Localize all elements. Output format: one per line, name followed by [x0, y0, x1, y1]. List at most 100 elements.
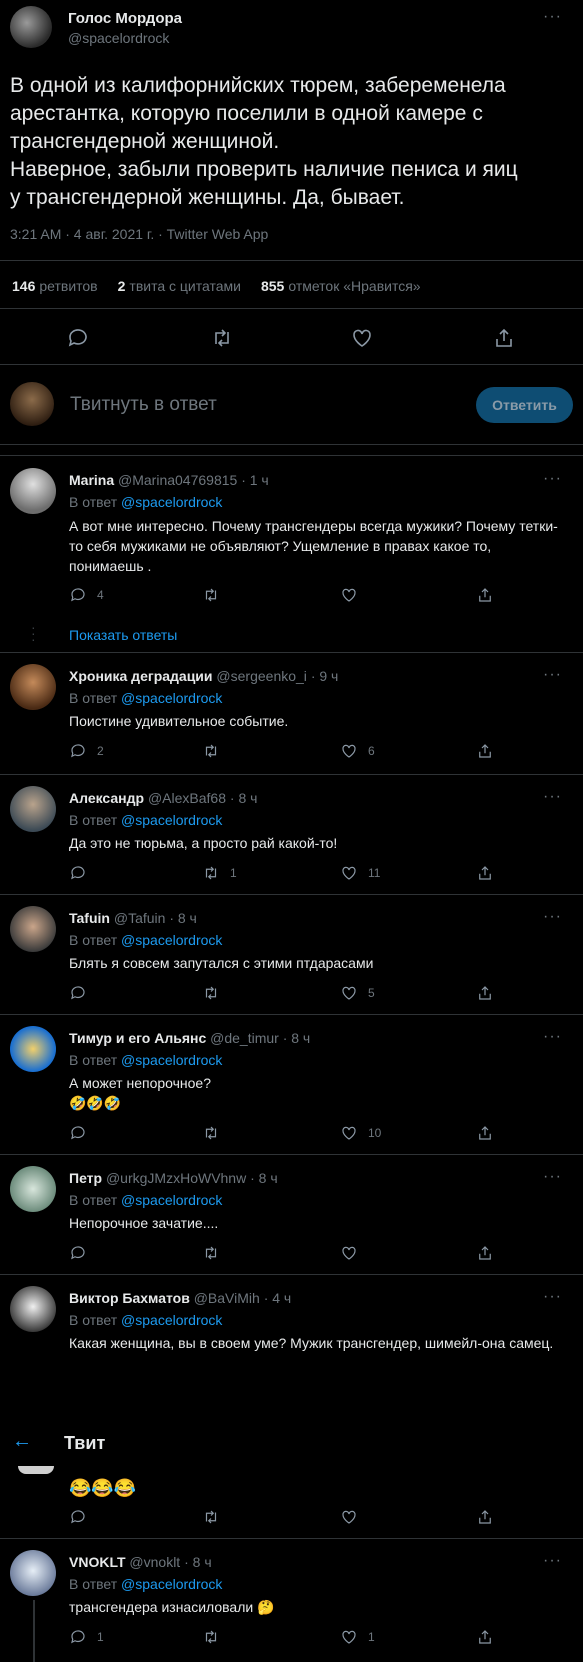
user-handle[interactable]: @Marina04769815	[118, 472, 237, 488]
user-name[interactable]: Хроника деградации	[69, 668, 213, 684]
reply-action[interactable]: 1	[69, 1628, 104, 1646]
retweet-action[interactable]	[202, 1124, 230, 1142]
user-name[interactable]: Виктор Бахматов	[69, 1290, 190, 1306]
timestamp[interactable]: · 8 ч	[283, 1030, 311, 1046]
reply-action[interactable]	[69, 984, 97, 1002]
timestamp[interactable]: · 1 ч	[241, 472, 269, 488]
author-name[interactable]: Голос Мордора	[68, 10, 182, 27]
like-action[interactable]: 1	[340, 1628, 375, 1646]
reply-icon[interactable]	[69, 586, 87, 604]
share-icon[interactable]	[476, 984, 494, 1002]
author-handle[interactable]: @spacelordrock	[68, 30, 169, 46]
like-action[interactable]	[340, 1508, 358, 1526]
like-icon[interactable]	[350, 326, 374, 350]
share-icon[interactable]	[492, 326, 516, 350]
like-icon[interactable]	[340, 864, 358, 882]
retweet-action[interactable]	[202, 1508, 220, 1526]
like-icon[interactable]	[340, 742, 358, 760]
avatar[interactable]	[10, 468, 56, 514]
user-handle[interactable]: @Tafuin	[114, 910, 166, 926]
retweet-icon[interactable]	[202, 1124, 220, 1142]
retweet-action[interactable]	[202, 1244, 230, 1262]
share-icon[interactable]	[476, 1124, 494, 1142]
more-options-icon[interactable]: ···	[543, 788, 562, 806]
share-action[interactable]	[476, 742, 494, 760]
reply-icon[interactable]	[69, 864, 87, 882]
user-name[interactable]: Tafuin	[69, 910, 110, 926]
more-options-icon[interactable]: ···	[543, 1552, 562, 1570]
reply-action[interactable]	[69, 1508, 87, 1526]
like-icon[interactable]	[340, 984, 358, 1002]
reply-action[interactable]	[69, 1244, 97, 1262]
like-icon[interactable]	[340, 1124, 358, 1142]
reply-icon[interactable]	[69, 1628, 87, 1646]
user-handle[interactable]: @de_timur	[210, 1030, 279, 1046]
reply-icon[interactable]	[66, 326, 90, 350]
reply-action[interactable]: 2	[69, 742, 104, 760]
avatar[interactable]	[10, 906, 56, 952]
share-action[interactable]	[476, 1124, 494, 1142]
avatar[interactable]	[10, 1286, 56, 1332]
more-options-icon[interactable]: ···	[543, 470, 562, 488]
like-icon[interactable]	[340, 1244, 358, 1262]
mention-link[interactable]: @spacelordrock	[121, 1312, 222, 1328]
share-action[interactable]	[476, 1508, 494, 1526]
share-icon[interactable]	[476, 1244, 494, 1262]
avatar[interactable]	[10, 786, 56, 832]
like-icon[interactable]	[340, 586, 358, 604]
more-options-icon[interactable]: ···	[543, 1028, 562, 1046]
more-options-icon[interactable]: ···	[543, 908, 562, 926]
user-handle[interactable]: @BaViMih	[194, 1290, 260, 1306]
mention-link[interactable]: @spacelordrock	[121, 1052, 222, 1068]
user-name[interactable]: Тимур и его Альянс	[69, 1030, 206, 1046]
mention-link[interactable]: @spacelordrock	[121, 1192, 222, 1208]
retweet-icon[interactable]	[202, 864, 220, 882]
user-handle[interactable]: @AlexBaf68	[148, 790, 226, 806]
share-action[interactable]	[476, 586, 494, 604]
timestamp[interactable]: · 8 ч	[230, 790, 258, 806]
mention-link[interactable]: @spacelordrock	[121, 494, 222, 510]
reply-icon[interactable]	[69, 1244, 87, 1262]
more-options-icon[interactable]: ···	[543, 8, 562, 26]
like-action[interactable]: 5	[340, 984, 375, 1002]
share-icon[interactable]	[476, 1628, 494, 1646]
retweet-action[interactable]	[202, 984, 230, 1002]
quote-stat[interactable]: 2 твита с цитатами	[118, 278, 241, 294]
user-name[interactable]: Marina	[69, 472, 114, 488]
mention-link[interactable]: @spacelordrock	[121, 690, 222, 706]
retweet-icon[interactable]	[202, 1628, 220, 1646]
mention-link[interactable]: @spacelordrock	[121, 1576, 222, 1592]
author-avatar[interactable]	[10, 6, 52, 48]
like-action[interactable]: 11	[340, 864, 380, 882]
more-options-icon[interactable]: ···	[543, 666, 562, 684]
timestamp[interactable]: · 9 ч	[311, 668, 339, 684]
arrow-left-icon[interactable]: ←	[12, 1430, 32, 1453]
timestamp[interactable]: · 8 ч	[250, 1170, 278, 1186]
user-name[interactable]: Петр	[69, 1170, 102, 1186]
share-action[interactable]	[476, 864, 494, 882]
like-action[interactable]	[340, 586, 368, 604]
reply-action[interactable]	[69, 864, 97, 882]
like-action[interactable]	[340, 1244, 368, 1262]
retweet-action[interactable]	[202, 586, 230, 604]
retweet-action[interactable]	[202, 1628, 230, 1646]
share-action[interactable]	[476, 984, 494, 1002]
reply-action[interactable]: 4	[69, 586, 104, 604]
timestamp[interactable]: · 8 ч	[184, 1554, 212, 1570]
reply-action[interactable]	[69, 1124, 97, 1142]
avatar[interactable]	[10, 1026, 56, 1072]
like-action[interactable]: 6	[340, 742, 375, 760]
like-icon[interactable]	[340, 1628, 358, 1646]
user-handle[interactable]: @sergeenko_i	[216, 668, 307, 684]
retweet-icon[interactable]	[202, 1508, 220, 1526]
timestamp[interactable]: · 4 ч	[264, 1290, 292, 1306]
avatar[interactable]	[10, 664, 56, 710]
avatar[interactable]	[10, 1166, 56, 1212]
share-icon[interactable]	[476, 1508, 494, 1526]
share-icon[interactable]	[476, 586, 494, 604]
share-icon[interactable]	[476, 742, 494, 760]
mention-link[interactable]: @spacelordrock	[121, 932, 222, 948]
retweet-stat[interactable]: 146 ретвитов	[12, 278, 98, 294]
retweet-action[interactable]: 1	[202, 864, 237, 882]
share-action[interactable]	[476, 1628, 494, 1646]
